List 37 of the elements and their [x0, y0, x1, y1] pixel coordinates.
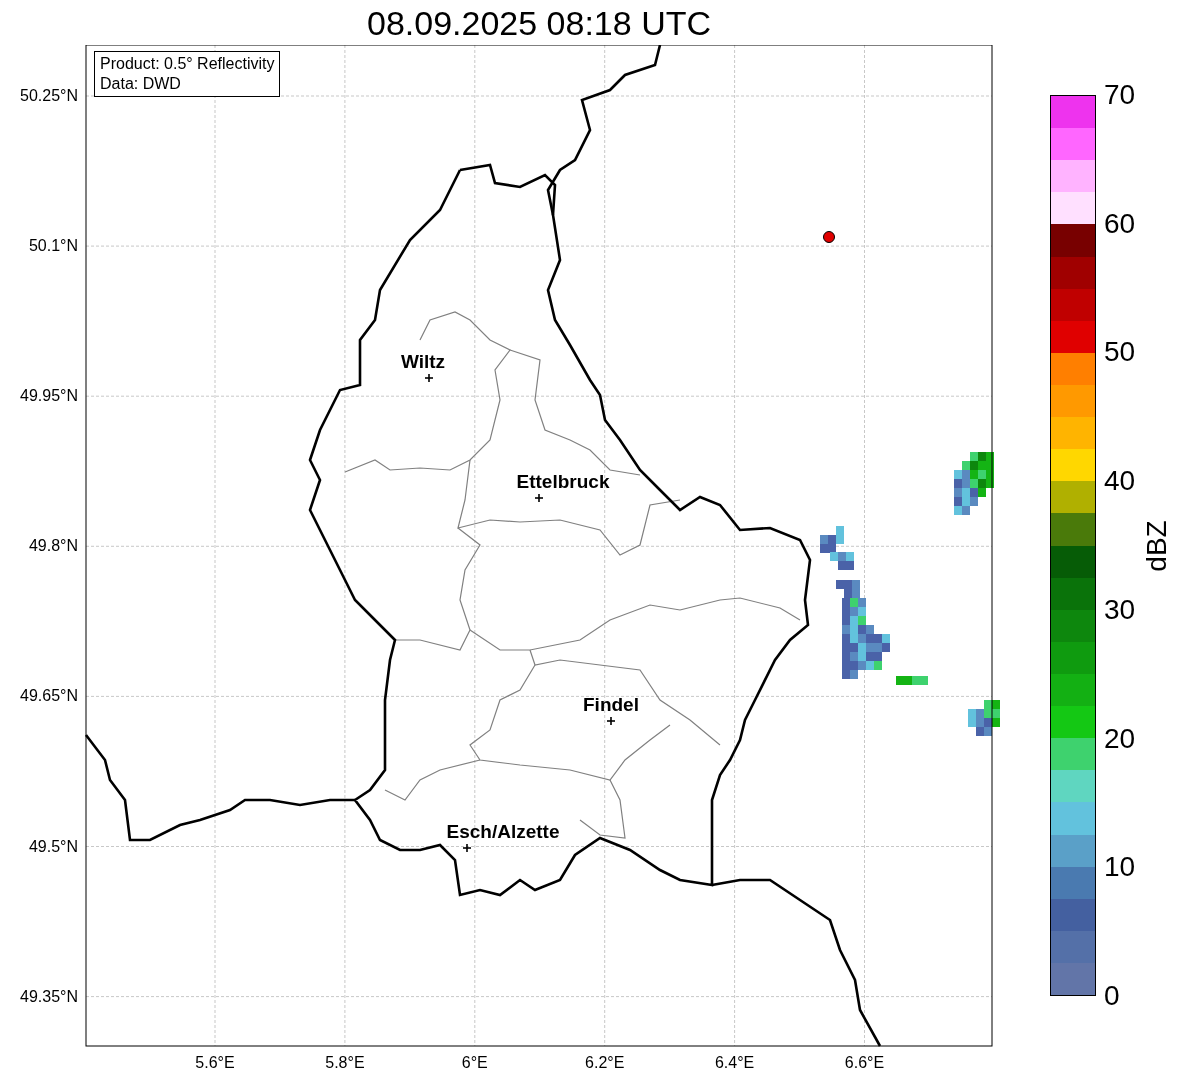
city-label: Ettelbruck — [516, 471, 610, 492]
radar-echo — [954, 452, 994, 515]
city-marker-icon — [534, 493, 544, 503]
info-text: Product: 0.5° Reflectivity — [100, 54, 275, 74]
colorbar-tick-label: 0 — [1104, 980, 1121, 1011]
colorbar-tick-label: 60 — [1104, 208, 1136, 239]
latitude-tick-label: 50.1°N — [28, 237, 78, 255]
city-label: Findel — [583, 694, 639, 715]
latitude-tick-label: 50.25°N — [20, 87, 78, 104]
radar-echo — [896, 676, 928, 685]
latitude-tick-label: 49.35°N — [20, 987, 78, 1005]
colorbar-tick-label: 10 — [1104, 852, 1136, 883]
city-marker-icon — [606, 716, 616, 726]
latitude-tick-label: 49.95°N — [20, 387, 78, 405]
longitude-tick-label: 5.6°E — [195, 1054, 235, 1071]
chart-title: 08.09.2025 08:18 UTC — [367, 2, 711, 43]
info-text: Data: DWD — [100, 74, 182, 94]
colorbar-tick-label: 70 — [1104, 80, 1136, 110]
latitude-tick-label: 49.8°N — [28, 537, 78, 555]
radar-echo — [968, 700, 1000, 736]
longitude-tick-label: 5.8°E — [325, 1054, 365, 1071]
colorbar-tick-label: 50 — [1104, 337, 1136, 368]
longitude-tick-label: 6°E — [461, 1054, 488, 1071]
longitude-tick-label: 6.4°E — [714, 1054, 755, 1071]
city-marker-icon — [462, 843, 472, 853]
colorbar-tick-label: 30 — [1104, 594, 1136, 625]
latitude-tick-label: 49.65°N — [20, 687, 78, 705]
city-label: Wiltz — [400, 351, 446, 372]
longitude-tick-label: 6.2°E — [585, 1054, 625, 1071]
location-dot-icon — [823, 231, 835, 243]
colorbar-label: dBZ — [1142, 519, 1173, 572]
longitude-tick-label: 6.6°E — [844, 1054, 885, 1071]
city-marker-icon — [424, 373, 434, 383]
colorbar-tick-label: 40 — [1104, 466, 1136, 497]
latitude-tick-label: 49.5°N — [28, 837, 78, 855]
colorbar-tick-label: 20 — [1104, 723, 1136, 754]
city-label: Esch/Alzette — [446, 821, 560, 842]
